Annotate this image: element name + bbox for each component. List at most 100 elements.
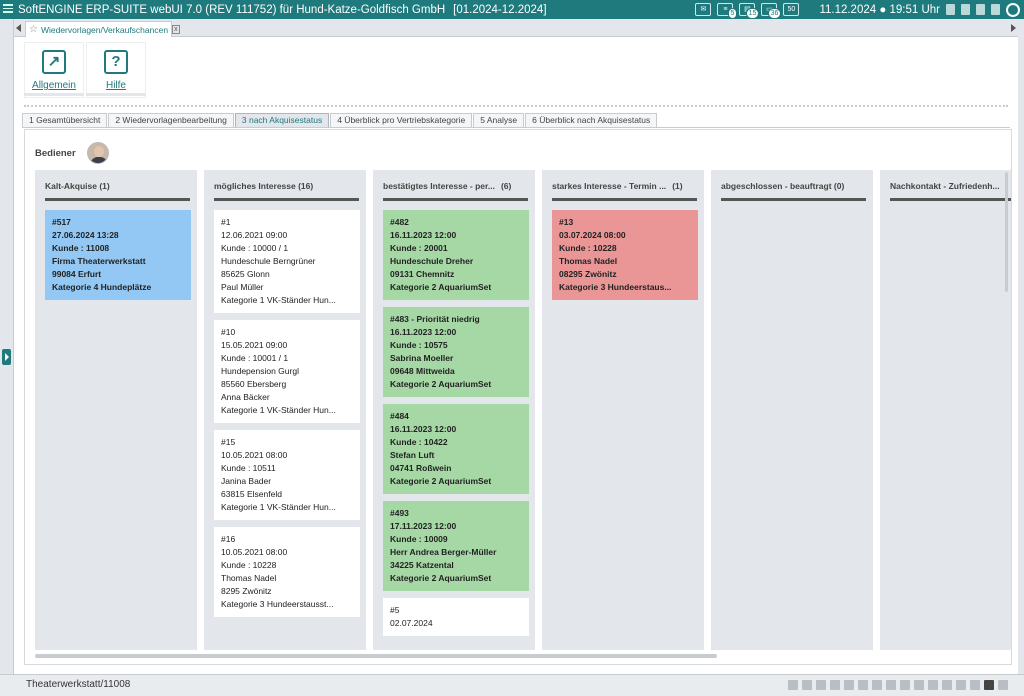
calculator-icon[interactable] [914,680,924,690]
opportunity-card[interactable]: #10 15.05.2021 09:00 Kunde : 10001 / 1 Hund… [214,320,360,423]
tab-close-icon[interactable]: x [172,25,180,34]
card-line: Herr Andrea Berger-Müller [390,547,497,557]
card-line: Kategorie 1 VK-Ständer Hun... [221,502,336,512]
opportunity-card[interactable]: #16 10.05.2021 08:00 Kunde : 10228 Thomas N… [214,527,360,617]
tab-view-6[interactable]: 6 Überblick nach Akquisestatus [525,113,658,127]
allgemein-label: Allgemein [32,80,76,91]
opportunity-card[interactable]: #493 17.11.2023 12:00 Kunde : 10009 Herr An… [383,501,529,591]
card-line: Kunde : 11008 [52,243,110,253]
tab-view-3[interactable]: 3 nach Akquisestatus [234,113,330,127]
document-icon[interactable] [976,4,985,15]
card-line: Kunde : 10575 [390,340,448,350]
shield-icon[interactable] [956,680,966,690]
card-line: Kunde : 10000 / 1 [221,243,289,253]
status-toolbar [788,680,1008,690]
card-line: Kategorie 2 AquariumSet [390,476,492,486]
tab-view-5[interactable]: 5 Analyse [473,113,525,127]
terminal-icon[interactable] [984,680,994,690]
messages-icon[interactable]: ✉ [695,3,712,16]
horizontal-scrollbar[interactable] [35,654,717,658]
card-line: Kunde : 10009 [390,534,448,544]
tab-view-2[interactable]: 2 Wiedervorlagenbearbeitung [108,113,234,127]
opportunity-card[interactable]: #1 12.06.2021 09:00 Kunde : 10000 / 1 Hunde… [214,210,360,313]
card-line: 16.11.2023 12:00 [390,424,457,434]
tab-scroll-right-icon[interactable] [1011,24,1016,32]
left-panel-strip [0,19,14,674]
column-title: bestätigtes Interesse - per... (6) [383,181,512,191]
hilfe-button[interactable]: ? Hilfe [86,42,146,98]
power-icon[interactable] [1006,2,1020,17]
card-line: Stefan Luft [390,450,435,460]
cart-icon[interactable] [844,680,854,690]
menu-grip-icon[interactable] [3,4,13,15]
column-title: starkes Interesse - Termin ... (1) [552,181,683,191]
opportunity-card[interactable]: #15 10.05.2021 08:00 Kunde : 10511 Janina B… [214,430,360,520]
kanban-column: Kalt-Akquise (1) #517 27.06.2024 13:28 Kund… [35,170,197,650]
appointments-icon[interactable]: ▤15 [739,3,760,19]
card-line: Hundepension Gurgl [221,366,299,376]
card-line: Kategorie 3 Hundeerstausst... [221,599,334,609]
document-tab-strip: ☆ Wiedervorlagen/Verkaufschancen x [14,19,1018,37]
opportunity-card[interactable]: #13 03.07.2024 08:00 Kunde : 10228 Thomas N… [552,210,698,300]
datetime: 11.12.2024 ● 19:51 Uhr [819,3,940,16]
card-line: 63815 Elsenfeld [221,489,282,499]
tab-scroll-left-icon[interactable] [16,24,21,32]
tab-wiedervorlagen[interactable]: ☆ Wiedervorlagen/Verkaufschancen x [25,21,180,37]
card-line: 17.11.2023 12:00 [390,521,457,531]
separator [24,105,1008,107]
card-line: 03.07.2024 08:00 [559,230,626,240]
star-icon[interactable] [942,680,952,690]
clipboard-icon[interactable] [970,680,980,690]
card-line: Kategorie 1 VK-Ständer Hun... [221,295,336,305]
card-line: #15 [221,437,236,447]
card-line: 10.05.2021 08:00 [221,547,288,557]
card-line: Paul Müller [221,282,264,292]
card-line: 15.05.2021 09:00 [221,340,288,350]
formula-icon[interactable] [900,680,910,690]
print-icon[interactable] [830,680,840,690]
tab-view-4[interactable]: 4 Überblick pro Vertriebskategorie [330,113,473,127]
car-icon[interactable] [788,680,798,690]
card-line: Hundeschule Dreher [390,256,474,266]
grid-icon[interactable] [928,680,938,690]
card-line: 16.11.2023 12:00 [390,327,457,337]
column-divider [890,198,1011,201]
opportunity-card[interactable]: #517 27.06.2024 13:28 Kunde : 11008 Firma T… [45,210,191,300]
vertical-scrollbar[interactable] [1005,172,1008,292]
tasks-icon[interactable]: ≡ 5 [717,3,738,19]
info-icon[interactable] [886,680,896,690]
column-title: Kalt-Akquise (1) [45,181,110,191]
tools-icon[interactable] [961,4,970,15]
card-line: 27.06.2024 13:28 [52,230,119,240]
notifications-icon[interactable]: ▭36 [761,3,782,19]
tab-view-1[interactable]: 1 Gesamtübersicht [22,113,108,127]
card-line: 09131 Chemnitz [390,269,455,279]
window-icon[interactable] [998,680,1008,690]
opportunity-card[interactable]: #5 02.07.2024 [383,598,529,636]
card-line: Kategorie 3 Hundeerstaus... [559,282,672,292]
calendar-icon[interactable]: 50 [783,3,800,16]
card-line: 99084 Erfurt [52,269,102,279]
allgemein-button[interactable]: ↗ Allgemein [24,42,84,98]
upload-icon[interactable] [816,680,826,690]
card-line: 16.11.2023 12:00 [390,230,457,240]
card-line: #484 [390,411,409,421]
card-line: 34225 Katzental [390,560,454,570]
opportunity-card[interactable]: #482 16.11.2023 12:00 Kunde : 20001 Hundesc… [383,210,529,300]
opportunity-card[interactable]: #483 - Priorität niedrig 16.11.2023 12:00… [383,307,529,397]
lock-icon[interactable] [946,4,955,15]
settings-icon[interactable] [991,4,1000,15]
status-text: Theaterwerkstatt/11008 [26,679,131,690]
avatar[interactable] [87,142,109,164]
card-line: Anna Bäcker [221,392,270,402]
card-line: Sabrina Moeller [390,353,454,363]
card-line: Kunde : 20001 [390,243,448,253]
expand-panel-icon[interactable] [2,349,11,365]
lock-icon[interactable] [858,680,868,690]
ribbon-underline [86,93,146,96]
user-icon[interactable] [802,680,812,690]
favorite-star-icon[interactable]: ☆ [29,24,38,35]
card-line: 08295 Zwönitz [559,269,617,279]
calendar-icon[interactable] [872,680,882,690]
opportunity-card[interactable]: #484 16.11.2023 12:00 Kunde : 10422 Stefan … [383,404,529,494]
